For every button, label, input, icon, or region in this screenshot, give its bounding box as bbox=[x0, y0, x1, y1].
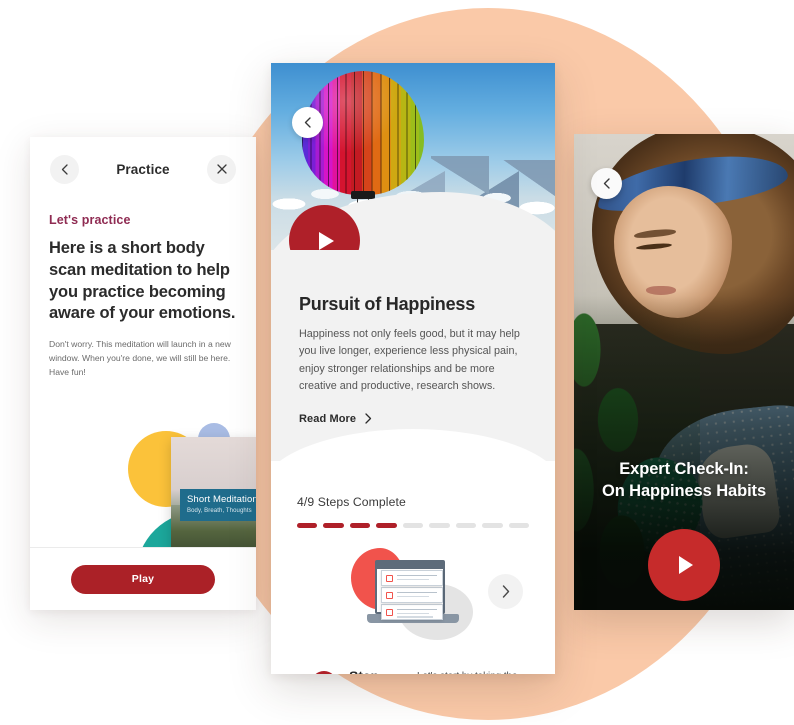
chevron-right-icon bbox=[502, 585, 509, 598]
chevron-right-icon bbox=[365, 413, 372, 425]
progress-segment bbox=[402, 522, 424, 528]
text-line bbox=[397, 574, 437, 577]
expert-play-button[interactable] bbox=[648, 529, 720, 601]
close-icon bbox=[216, 164, 227, 174]
practice-heading: Here is a short body scan meditation to … bbox=[49, 239, 236, 323]
practice-card-header: Practice bbox=[30, 137, 256, 201]
chevron-left-icon bbox=[603, 178, 610, 189]
expert-title: Expert Check-In: On Happiness Habits bbox=[574, 458, 794, 502]
quiz-sheet bbox=[381, 603, 443, 620]
text-line bbox=[397, 608, 437, 611]
meditation-title: Short Meditation bbox=[187, 494, 256, 505]
progress-segment bbox=[482, 522, 503, 528]
progress-segment bbox=[508, 522, 529, 528]
progress-segment bbox=[323, 522, 344, 528]
page-title: Practice bbox=[116, 161, 170, 177]
back-button[interactable] bbox=[50, 154, 79, 184]
chevron-left-icon bbox=[304, 117, 311, 128]
happiness-info-section: Pursuit of Happiness Happiness not only … bbox=[271, 250, 555, 491]
expert-title-line-1: Expert Check-In: bbox=[619, 460, 749, 478]
happiness-hero-image bbox=[271, 63, 555, 250]
practice-note: Don't worry. This meditation will launch… bbox=[49, 339, 231, 377]
step-description: Let's start by taking the challenge Pre-… bbox=[417, 670, 529, 674]
quiz-illustration-row bbox=[297, 544, 529, 648]
next-step-button[interactable] bbox=[488, 573, 523, 609]
meditation-thumbnail-caption: Short Meditation Body, Breath, Thoughts bbox=[180, 489, 256, 522]
screenshot-stage: Practice Let's practice Here is a short … bbox=[0, 0, 794, 725]
checkbox-icon bbox=[386, 574, 393, 582]
check-icon bbox=[311, 670, 337, 674]
expert-back-button[interactable] bbox=[591, 168, 622, 199]
play-icon bbox=[319, 231, 334, 250]
expert-title-line-2: On Happiness Habits bbox=[601, 482, 767, 501]
read-more-button[interactable]: Read More bbox=[299, 413, 372, 425]
hero-back-button[interactable] bbox=[292, 107, 323, 138]
practice-card-body: Let's practice Here is a short body scan… bbox=[30, 201, 256, 610]
progress-segment bbox=[297, 522, 318, 528]
play-icon bbox=[679, 556, 693, 574]
practice-card-footer: Play bbox=[30, 547, 256, 610]
current-step-row[interactable]: Step 01 Let's start by taking the challe… bbox=[297, 668, 529, 674]
expert-checkin-card: Expert Check-In: On Happiness Habits bbox=[574, 134, 794, 610]
text-line bbox=[397, 595, 429, 598]
progress-segment bbox=[349, 522, 371, 528]
practice-card: Practice Let's practice Here is a short … bbox=[30, 137, 256, 610]
text-line bbox=[397, 591, 437, 594]
text-line bbox=[397, 616, 433, 618]
text-line bbox=[397, 578, 429, 581]
balloon-envelope bbox=[302, 71, 424, 195]
quiz-laptop-illustration bbox=[345, 544, 481, 648]
checkbox-icon bbox=[386, 608, 393, 616]
meditation-subtitle: Body, Breath, Thoughts bbox=[187, 508, 252, 515]
quiz-sheet bbox=[381, 586, 443, 603]
checkbox-icon bbox=[386, 591, 393, 599]
text-line bbox=[397, 612, 429, 615]
close-button[interactable] bbox=[207, 154, 236, 184]
progress-segment bbox=[376, 522, 397, 528]
play-button[interactable]: Play bbox=[71, 564, 215, 594]
step-name: Step 01 bbox=[349, 668, 395, 674]
read-more-label: Read More bbox=[299, 412, 357, 425]
steps-section: 4/9 Steps Complete bbox=[271, 460, 555, 674]
chevron-left-icon bbox=[61, 163, 68, 175]
steps-progress-bar bbox=[297, 522, 529, 528]
happiness-title: Pursuit of Happiness bbox=[299, 294, 476, 314]
steps-progress-label: 4/9 Steps Complete bbox=[297, 494, 406, 509]
progress-segment bbox=[429, 522, 450, 528]
happiness-card: Pursuit of Happiness Happiness not only … bbox=[271, 63, 555, 674]
laptop-icon bbox=[367, 559, 459, 634]
progress-segment bbox=[455, 522, 477, 528]
happiness-body-text: Happiness not only feels good, but it ma… bbox=[299, 328, 520, 393]
balloon-neck bbox=[351, 191, 375, 199]
eyebrow-label: Let's practice bbox=[49, 213, 131, 227]
quiz-sheet bbox=[381, 569, 443, 586]
